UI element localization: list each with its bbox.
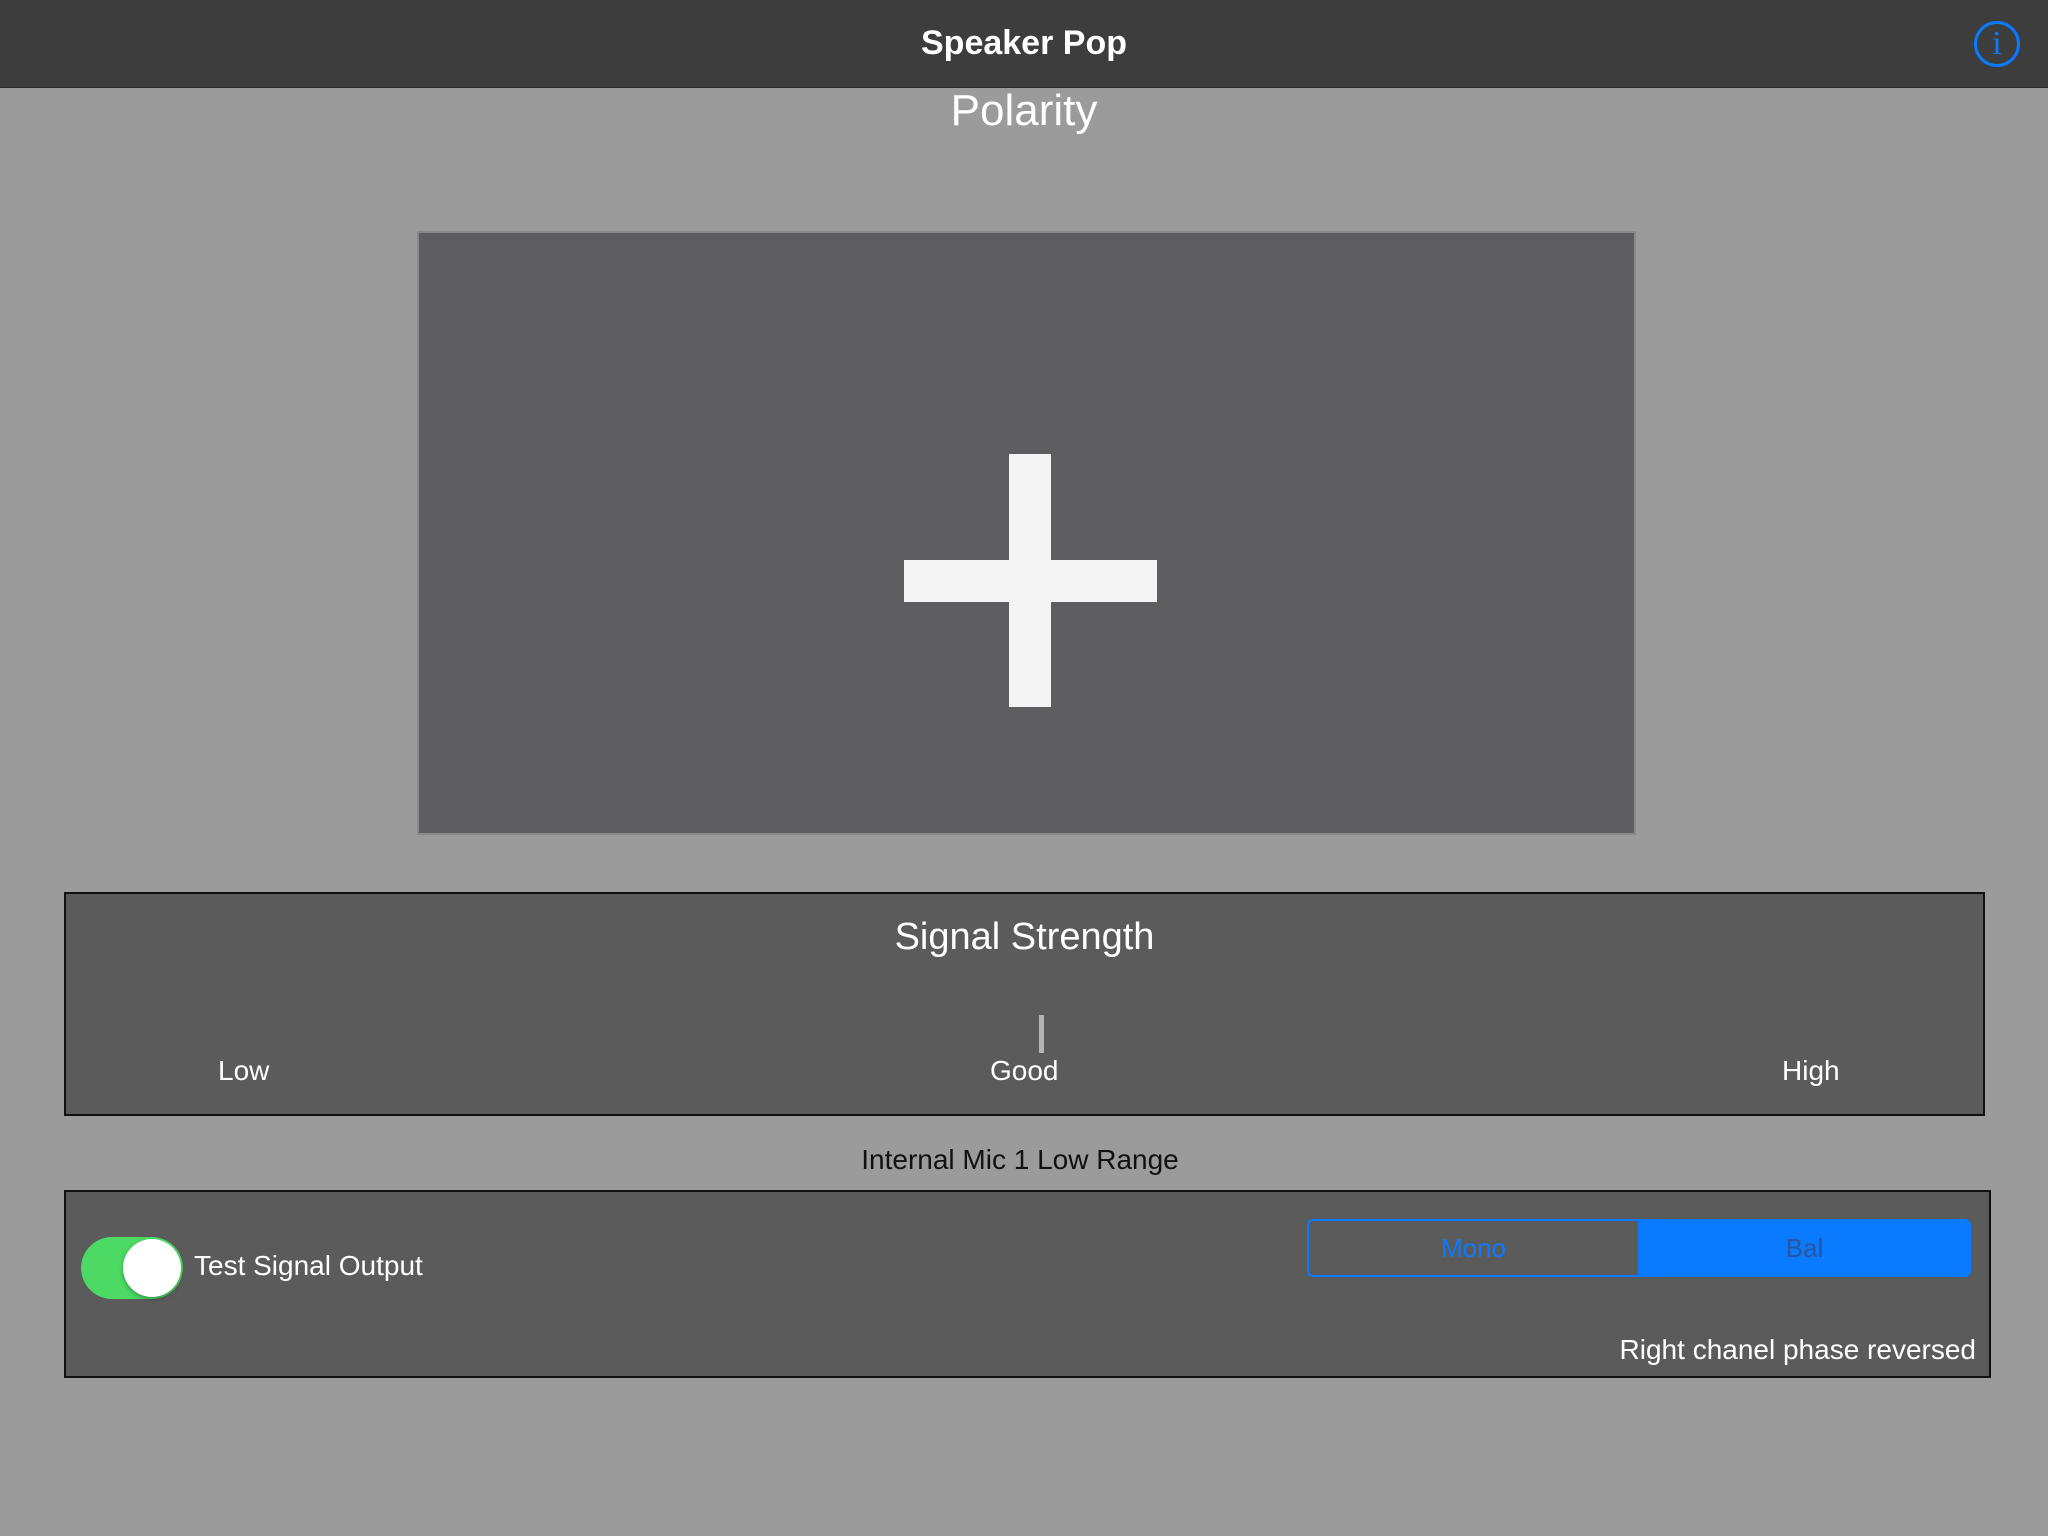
signal-strength-title: Signal Strength: [894, 916, 1155, 958]
test-signal-toggle[interactable]: [81, 1237, 183, 1299]
polarity-display: [417, 231, 1636, 835]
phase-status-text: Right chanel phase reversed: [1619, 1334, 1976, 1365]
signal-level-marker: [1039, 1015, 1044, 1053]
channel-mode-segmented-control: Mono Bal: [1307, 1219, 1971, 1277]
toggle-knob: [123, 1239, 181, 1297]
input-source-label: Internal Mic 1 Low Range: [861, 1144, 1179, 1175]
meter-label-good: Good: [990, 1055, 1059, 1086]
controls-panel: Test Signal Output Mono Bal Right chanel…: [64, 1190, 1991, 1378]
segment-bal[interactable]: Bal: [1640, 1221, 1969, 1275]
meter-label-high: High: [1782, 1055, 1840, 1086]
signal-strength-meter: Signal Strength Low Good High: [64, 892, 1985, 1116]
navigation-bar: Speaker Pop i: [0, 0, 2048, 88]
page-title: Polarity: [950, 86, 1098, 135]
plus-icon-horizontal-bar: [904, 560, 1157, 602]
app-title: Speaker Pop: [921, 24, 1127, 62]
meter-label-low: Low: [218, 1055, 270, 1086]
info-icon[interactable]: i: [1974, 21, 2020, 67]
segment-mono[interactable]: Mono: [1309, 1221, 1640, 1275]
test-signal-label: Test Signal Output: [194, 1250, 423, 1281]
